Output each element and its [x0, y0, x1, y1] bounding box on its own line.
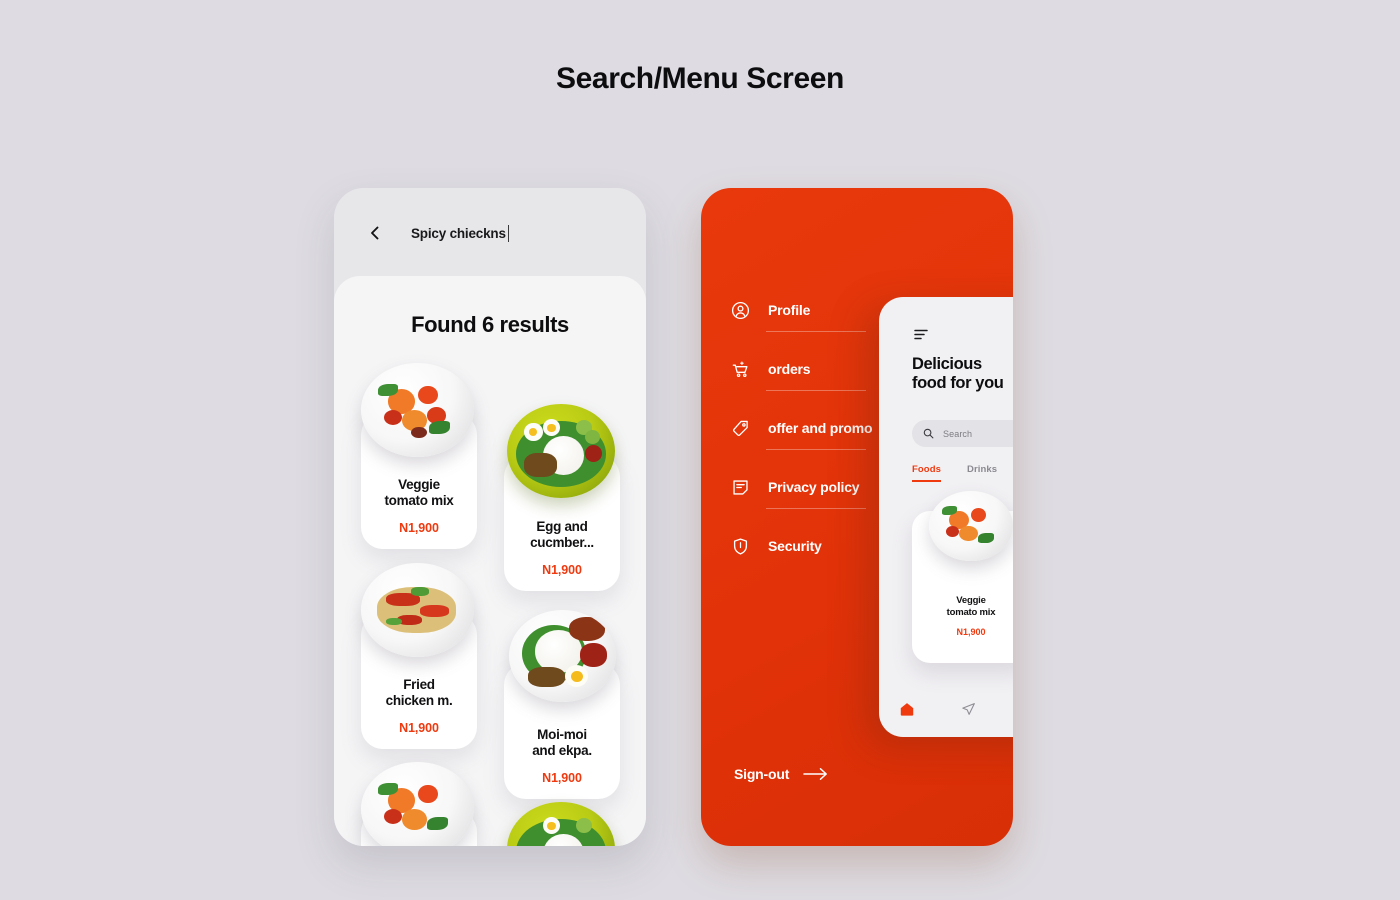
- card-title-line1: Veggie: [398, 477, 440, 492]
- home-icon[interactable]: [899, 701, 915, 717]
- tag-icon: [731, 419, 750, 438]
- menu-item-label: Privacy policy: [768, 479, 860, 495]
- menu-divider: [766, 331, 866, 332]
- card-title-line1: Moi-moi: [537, 727, 587, 742]
- dish-image-veggie-tomato-mix: [361, 363, 474, 457]
- hamburger-icon[interactable]: [914, 327, 929, 345]
- search-icon: [923, 428, 934, 439]
- dish-image-partial-5: [361, 762, 474, 846]
- results-grid: Veggie tomato mix N1,900 Egg and cucmber…: [334, 350, 646, 846]
- sign-out-button[interactable]: Sign-out: [734, 766, 829, 782]
- search-phone-frame: Spicy chieckns Found 6 results Veggie to…: [334, 188, 646, 846]
- preview-card-price: N1,900: [956, 627, 986, 637]
- sign-out-label: Sign-out: [734, 766, 790, 782]
- user-circle-icon: [731, 301, 750, 320]
- menu-item-label: Security: [768, 538, 822, 554]
- preview-phone: Delicious food for you Search Foods Drin…: [879, 297, 1013, 737]
- search-query-text: Spicy chieckns: [411, 225, 506, 241]
- search-header: Spicy chieckns: [334, 188, 646, 278]
- card-title-line1: Egg and: [536, 519, 588, 534]
- card-price: N1,900: [399, 720, 439, 735]
- menu-item-label: orders: [768, 361, 811, 377]
- card-title-line2: tomato mix: [384, 493, 454, 509]
- document-icon: [731, 478, 750, 497]
- shopping-cart-icon: [731, 360, 750, 379]
- menu-phone-frame: Profile orders offer and promo Privacy p…: [701, 188, 1013, 846]
- preview-heading: Delicious food for you: [912, 355, 1013, 393]
- preview-card-title-line1: Veggie: [956, 595, 986, 606]
- card-title-line2: chicken m.: [385, 693, 453, 709]
- preview-search-input[interactable]: Search: [912, 420, 1013, 447]
- preview-card-title-line2: tomato mix: [946, 607, 996, 618]
- menu-divider: [766, 390, 866, 391]
- dish-image-partial-6: [507, 802, 615, 846]
- preview-bottom-nav: [879, 681, 1013, 737]
- card-title-line2: and ekpa.: [532, 743, 592, 759]
- card-price: N1,900: [542, 770, 582, 785]
- shield-icon: [731, 537, 750, 556]
- card-title-line2: cucmber...: [530, 535, 594, 551]
- search-input[interactable]: Spicy chieckns: [411, 224, 510, 242]
- menu-item-label: offer and promo: [768, 420, 873, 436]
- page-title: Search/Menu Screen: [556, 62, 844, 95]
- card-price: N1,900: [542, 562, 582, 577]
- menu-divider: [766, 508, 866, 509]
- preview-heading-line1: Delicious: [912, 355, 982, 373]
- preview-tabs: Foods Drinks: [912, 464, 997, 482]
- tab-foods[interactable]: Foods: [912, 464, 941, 482]
- card-title-line1: Fried: [403, 677, 435, 692]
- back-chevron-icon[interactable]: [367, 225, 383, 241]
- card-price: N1,900: [399, 520, 439, 535]
- results-sheet: Found 6 results Veggie tomato mix N1,900: [334, 276, 646, 846]
- dish-image-moimoi-ekpa: [509, 610, 616, 702]
- arrow-right-icon: [803, 767, 829, 781]
- text-caret: [507, 224, 510, 242]
- preview-heading-line2: food for you: [912, 374, 1004, 393]
- results-heading: Found 6 results: [411, 312, 569, 337]
- preview-dish-image: [929, 491, 1013, 561]
- send-icon[interactable]: [961, 702, 976, 717]
- dish-image-egg-and-cucumber: [507, 404, 615, 498]
- menu-item-label: Profile: [768, 302, 811, 318]
- preview-search-placeholder: Search: [943, 428, 973, 439]
- dish-image-fried-chicken: [361, 563, 474, 657]
- screen-root: Search/Menu Screen Spicy chieckns Found …: [0, 0, 1400, 900]
- menu-divider: [766, 449, 866, 450]
- tab-drinks[interactable]: Drinks: [967, 464, 997, 480]
